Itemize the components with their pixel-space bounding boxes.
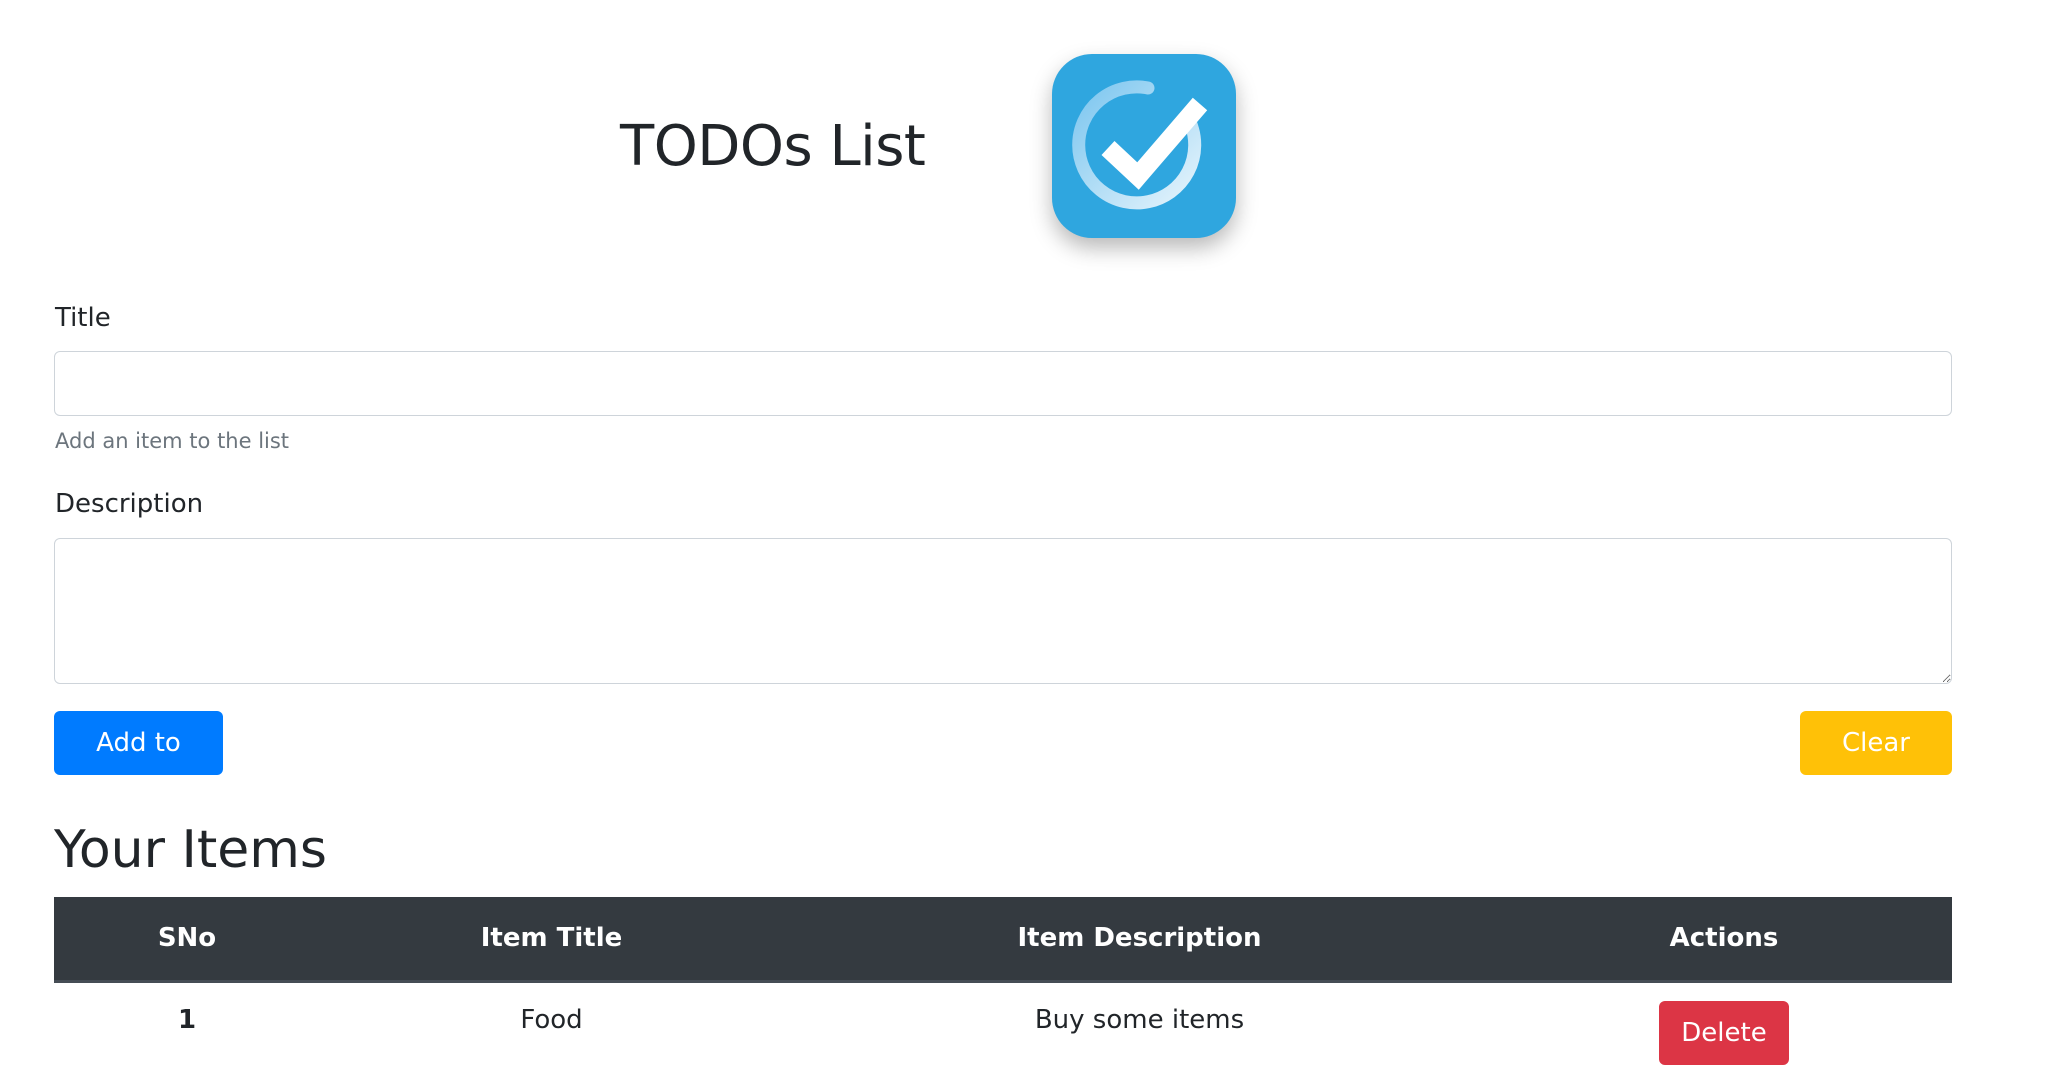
cell-item-description: Buy some items [1034,1004,1245,1035]
description-label: Description [55,489,204,519]
page-title: TODOs List [620,114,926,179]
column-header-item-title: Item Title [320,897,783,983]
table-row: 1 Food Buy some items Delete [54,981,1952,1071]
delete-button[interactable]: Delete [1659,1000,1789,1065]
description-textarea[interactable] [54,538,1952,684]
title-help-text: Add an item to the list [55,429,290,453]
table-header-row: SNo Item Title Item Description Actions [54,897,1952,983]
title-label: Title [55,303,111,333]
cell-actions: Delete [1496,981,1952,1071]
column-header-sno: SNo [54,897,320,983]
clear-list-button[interactable]: Clear List [1800,711,1952,822]
column-header-item-description: Item Description [783,897,1496,983]
column-header-actions: Actions [1496,897,1952,983]
add-to-list-button[interactable]: Add to list [54,711,223,822]
table-header: SNo Item Title Item Description Actions [54,897,1952,983]
your-items-heading: Your Items [54,820,327,880]
title-input[interactable] [54,351,1952,416]
checkmark-circle-icon [1052,54,1236,238]
cell-item-title: Food [520,1004,583,1035]
cell-sno: 1 [177,1004,197,1035]
page-header: TODOs List [0,0,2052,270]
table-body: 1 Food Buy some items Delete [54,981,1952,1071]
items-table: SNo Item Title Item Description Actions … [54,897,1952,1071]
